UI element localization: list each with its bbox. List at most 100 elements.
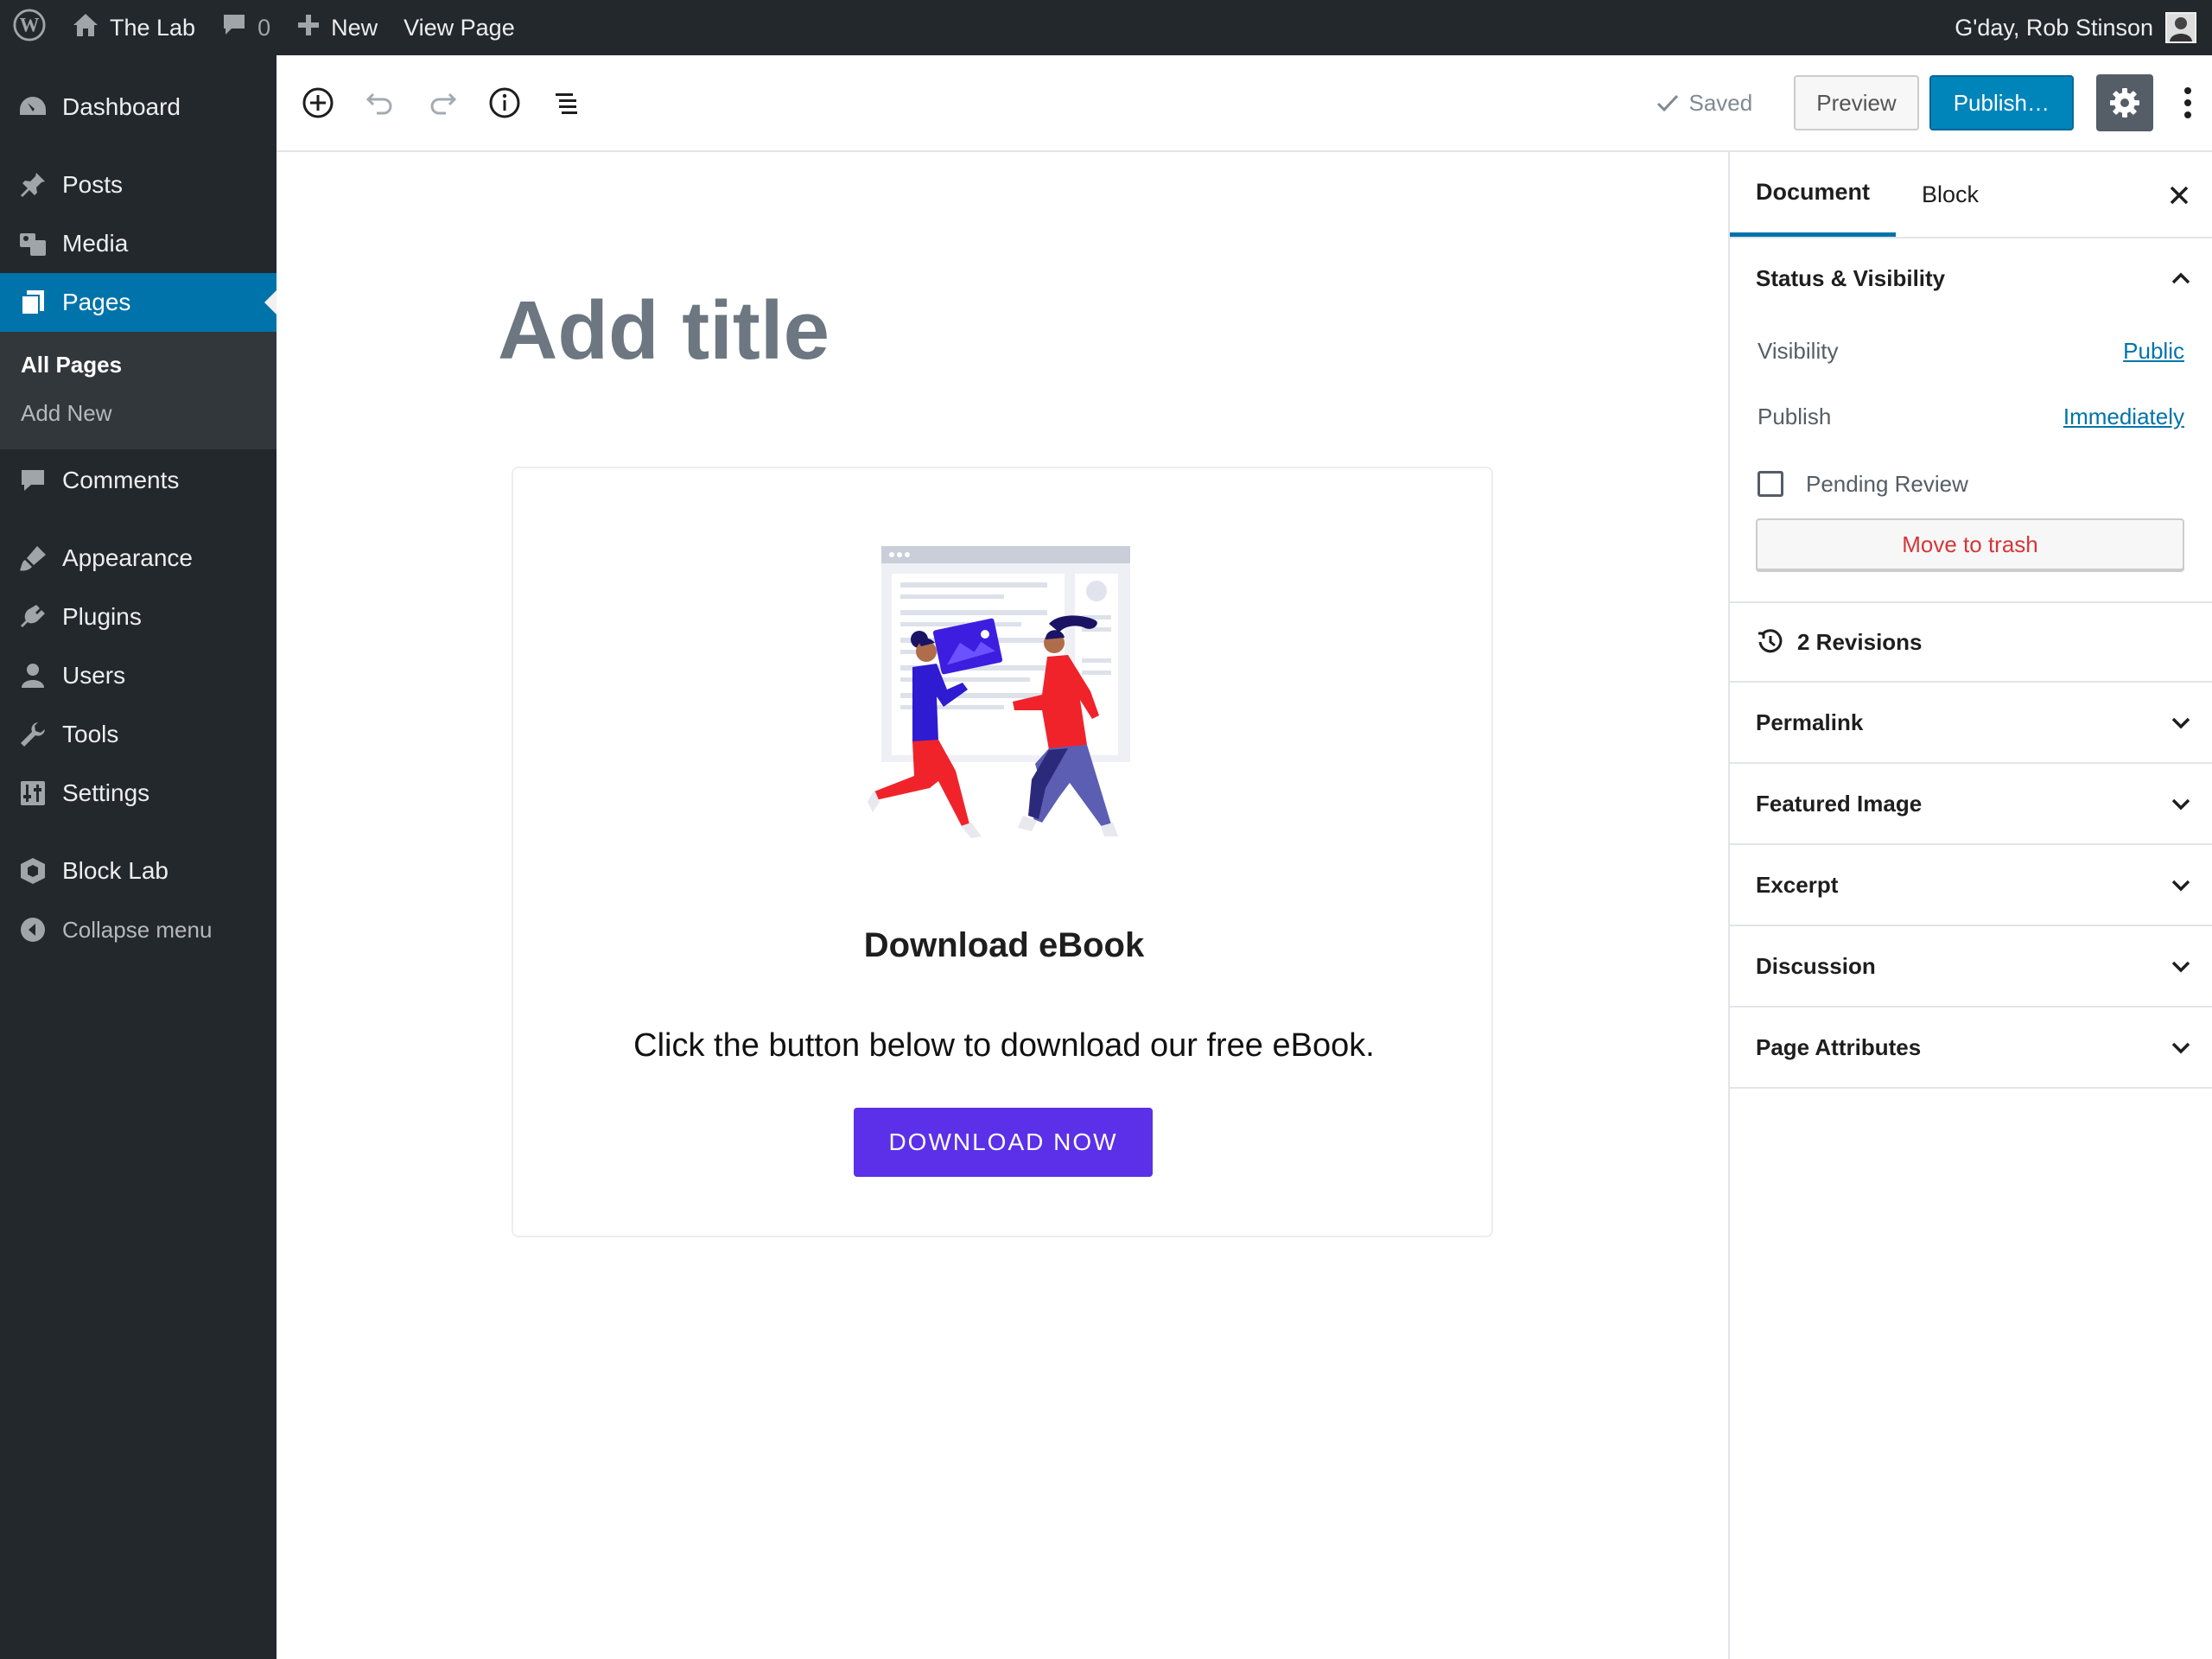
undo-icon[interactable]: [349, 72, 411, 134]
pages-submenu: All Pages Add New: [0, 332, 276, 449]
avatar: [2165, 12, 2196, 43]
ebook-block[interactable]: Download eBook Click the button below to…: [512, 467, 1493, 1237]
home-icon: [72, 12, 99, 44]
menu-comments[interactable]: Comments: [0, 451, 276, 510]
settings-toggle-button[interactable]: [2096, 74, 2153, 131]
excerpt-section: Excerpt: [1730, 845, 2212, 926]
editor-toolbar: Saved Preview Publish…: [276, 55, 2212, 152]
check-icon: [1655, 90, 1681, 116]
admin-bar: W The Lab 0 New View Page G'day, Rob Sti…: [0, 0, 2212, 55]
visibility-link[interactable]: Public: [2123, 338, 2184, 365]
ebook-description: Click the button below to download our f…: [633, 1027, 1375, 1064]
site-name: The Lab: [110, 14, 196, 41]
ebook-illustration: [842, 537, 1170, 857]
status-visibility-section: Status & Visibility Visibility Public Pu…: [1730, 238, 2212, 603]
site-name-link[interactable]: The Lab: [59, 0, 208, 55]
menu-tools-label: Tools: [62, 721, 119, 747]
featured-image-section: Featured Image: [1730, 764, 2212, 845]
post-title-input[interactable]: Add title: [498, 283, 830, 378]
visibility-label: Visibility: [1758, 337, 1839, 364]
featured-image-toggle[interactable]: Featured Image: [1730, 764, 2212, 843]
pending-review-checkbox[interactable]: [1758, 471, 1783, 497]
chevron-down-icon: [2169, 873, 2193, 897]
editor-canvas: Add title Download eBook Click the butto…: [276, 152, 1728, 1659]
add-block-icon[interactable]: [287, 72, 349, 134]
outline-icon[interactable]: [536, 72, 598, 134]
publish-label: Publish: [1758, 403, 1832, 429]
menu-pages[interactable]: Pages: [0, 273, 276, 332]
new-label: New: [331, 14, 378, 41]
menu-settings[interactable]: Settings: [0, 764, 276, 823]
dashboard-icon: [16, 90, 50, 124]
new-content-link[interactable]: New: [283, 0, 391, 55]
collapse-icon: [16, 912, 50, 947]
my-account[interactable]: G'day, Rob Stinson: [1955, 12, 2212, 43]
publish-row: Publish Immediately: [1730, 384, 2212, 449]
menu-posts[interactable]: Posts: [0, 156, 276, 214]
comment-bubble-icon: [221, 13, 247, 43]
discussion-heading: Discussion: [1756, 952, 1876, 979]
move-to-trash-button[interactable]: Move to trash: [1756, 518, 2184, 570]
menu-appearance[interactable]: Appearance: [0, 529, 276, 588]
submenu-all-pages[interactable]: All Pages: [0, 340, 276, 389]
wordpress-menu[interactable]: W: [0, 0, 59, 55]
chevron-down-icon: [2169, 1035, 2193, 1059]
gear-icon: [2108, 86, 2141, 119]
discussion-toggle[interactable]: Discussion: [1730, 926, 2212, 1006]
menu-plugins-label: Plugins: [62, 603, 142, 630]
menu-plugins[interactable]: Plugins: [0, 588, 276, 646]
settings-sidebar: Document Block Status & Visibility Visib…: [1728, 152, 2212, 1659]
svg-text:W: W: [20, 14, 40, 35]
menu-users[interactable]: Users: [0, 646, 276, 705]
info-icon[interactable]: [474, 72, 536, 134]
pages-icon: [16, 285, 50, 320]
menu-dashboard-label: Dashboard: [62, 93, 181, 120]
menu-dashboard[interactable]: Dashboard: [0, 78, 276, 137]
menu-block-lab[interactable]: Block Lab: [0, 842, 276, 900]
download-now-button[interactable]: DOWNLOAD NOW: [854, 1108, 1153, 1177]
status-visibility-toggle[interactable]: Status & Visibility: [1730, 238, 2212, 318]
block-lab-icon: [16, 854, 50, 888]
tab-document[interactable]: Document: [1730, 152, 1897, 237]
view-page-link[interactable]: View Page: [391, 0, 528, 55]
visibility-row: Visibility Public: [1730, 318, 2212, 384]
page-attributes-heading: Page Attributes: [1756, 1033, 1922, 1060]
tab-block[interactable]: Block: [1896, 152, 2005, 237]
media-icon: [16, 226, 50, 261]
chevron-up-icon: [2169, 266, 2193, 290]
menu-media-label: Media: [62, 230, 129, 257]
redo-icon[interactable]: [411, 72, 474, 134]
chevron-down-icon: [2169, 954, 2193, 978]
plus-icon: [296, 13, 321, 43]
submenu-add-new[interactable]: Add New: [0, 389, 276, 437]
saved-label: Saved: [1688, 89, 1753, 116]
page-attributes-toggle[interactable]: Page Attributes: [1730, 1007, 2212, 1087]
plugins-icon: [16, 600, 50, 634]
wordpress-logo-icon: W: [13, 8, 46, 48]
greeting: G'day, Rob Stinson: [1955, 14, 2153, 41]
menu-users-label: Users: [62, 662, 126, 689]
comments-link[interactable]: 0: [208, 0, 283, 55]
users-icon: [16, 658, 50, 693]
publish-button[interactable]: Publish…: [1929, 75, 2074, 130]
history-icon: [1756, 627, 1785, 657]
excerpt-toggle[interactable]: Excerpt: [1730, 845, 2212, 925]
menu-appearance-label: Appearance: [62, 544, 194, 571]
permalink-heading: Permalink: [1756, 709, 1864, 735]
preview-button[interactable]: Preview: [1794, 75, 1919, 130]
menu-posts-label: Posts: [62, 171, 124, 198]
appearance-icon: [16, 541, 50, 575]
menu-media[interactable]: Media: [0, 214, 276, 273]
ebook-heading: Download eBook: [863, 926, 1145, 964]
chevron-down-icon: [2169, 710, 2193, 734]
revisions-link[interactable]: 2 Revisions: [1730, 603, 2212, 683]
menu-tools[interactable]: Tools: [0, 705, 276, 764]
kebab-icon[interactable]: [2171, 74, 2205, 131]
publish-date-link[interactable]: Immediately: [2063, 404, 2184, 430]
collapse-menu-label: Collapse menu: [62, 916, 213, 943]
collapse-menu[interactable]: Collapse menu: [0, 900, 276, 959]
close-icon[interactable]: [2162, 178, 2196, 213]
permalink-toggle[interactable]: Permalink: [1730, 683, 2212, 762]
settings-icon: [16, 776, 50, 810]
menu-pages-label: Pages: [62, 289, 131, 315]
